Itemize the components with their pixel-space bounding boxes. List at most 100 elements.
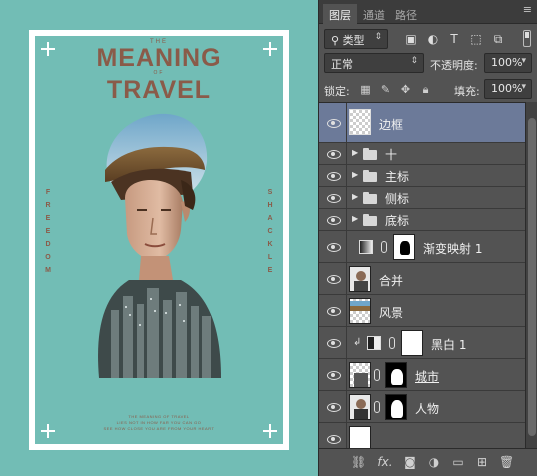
lock-all-icon[interactable]: 🔒︎	[419, 83, 432, 96]
layer-row-gradient-map[interactable]: 渐变映射 1	[319, 231, 525, 263]
chevron-down-icon: ▾	[521, 82, 526, 92]
poster-title-meaning: MEANING	[96, 44, 222, 72]
poster: THE MEANING OF TRAVEL FREEDOM SHACKLE TH…	[29, 30, 289, 450]
lock-image-pixels-icon[interactable]: ✎	[379, 83, 392, 96]
layers-scrollbar[interactable]	[525, 102, 537, 448]
layer-name[interactable]: 风景	[379, 304, 403, 321]
layer-row-merged[interactable]: 合并	[319, 263, 525, 295]
layer-group-row-side-title[interactable]: ▶ 侧标	[319, 187, 525, 209]
layer-row-city[interactable]: 城市	[319, 359, 525, 391]
visibility-eye-icon[interactable]	[327, 434, 341, 444]
expand-triangle-icon[interactable]: ▶	[352, 170, 358, 179]
link-chain-icon[interactable]	[374, 369, 380, 381]
document-canvas[interactable]: THE MEANING OF TRAVEL FREEDOM SHACKLE TH…	[0, 0, 318, 476]
new-layer-icon[interactable]: ⊞	[475, 455, 489, 469]
link-chain-icon[interactable]	[374, 401, 380, 413]
filter-smart-object-icon[interactable]: ⧉	[491, 32, 505, 46]
filter-adjustment-icon[interactable]: ◐	[426, 32, 440, 46]
layer-thumbnail	[349, 109, 371, 135]
tab-paths[interactable]: 路径	[389, 4, 423, 24]
adjustment-icon[interactable]: ◑	[427, 455, 441, 469]
layer-thumbnail	[349, 426, 371, 448]
poster-bottom-line-2: LIES NOT IN HOW FAR YOU CAN GO	[116, 420, 202, 425]
opacity-field[interactable]: 100% ▾	[484, 53, 532, 73]
layer-thumbnail	[349, 394, 371, 420]
layer-group-row-bottom-title[interactable]: ▶ 底标	[319, 209, 525, 231]
visibility-eye-icon[interactable]	[327, 215, 341, 225]
folder-icon	[363, 214, 377, 226]
link-icon[interactable]: ⛓	[351, 455, 366, 469]
layer-thumbnail	[349, 266, 371, 292]
opacity-value: 100%	[491, 56, 523, 69]
tab-channels[interactable]: 通道	[357, 4, 391, 24]
folder-icon	[363, 170, 377, 182]
layer-filter-value: 类型	[342, 34, 365, 47]
layer-filter-dropdown[interactable]: ⚲ 类型 ⇕	[324, 29, 388, 49]
layer-name[interactable]: 主标	[385, 168, 409, 185]
fill-label: 填充:	[454, 85, 480, 98]
layer-thumbnail	[349, 362, 371, 388]
poster-vertical-left: FREEDOM	[45, 189, 51, 274]
visibility-eye-icon[interactable]	[327, 370, 341, 380]
layer-group-row-plus[interactable]: ▶ 十	[319, 143, 525, 165]
link-chain-icon[interactable]	[389, 337, 395, 349]
layer-group-row-main-title[interactable]: ▶ 主标	[319, 165, 525, 187]
fill-field[interactable]: 100% ▾	[484, 79, 532, 99]
visibility-eye-icon[interactable]	[327, 118, 341, 128]
visibility-eye-icon[interactable]	[327, 338, 341, 348]
link-chain-icon[interactable]	[381, 241, 387, 253]
layer-name[interactable]: 侧标	[385, 190, 409, 207]
folder-icon[interactable]: ▭	[451, 455, 465, 469]
visibility-eye-icon[interactable]	[327, 402, 341, 412]
layer-name[interactable]: 十	[385, 146, 397, 163]
panel-menu-icon[interactable]: ≡	[523, 3, 532, 16]
expand-triangle-icon[interactable]: ▶	[352, 214, 358, 223]
lock-transparent-pixels-icon[interactable]: ▦	[359, 83, 372, 96]
visibility-eye-icon[interactable]	[327, 306, 341, 316]
scrollbar-thumb[interactable]	[528, 118, 536, 436]
layer-row-partial[interactable]	[319, 423, 525, 448]
layer-name[interactable]: 渐变映射 1	[423, 240, 482, 257]
filter-pixel-icon[interactable]: ▣	[404, 32, 418, 46]
layer-name[interactable]: 底标	[385, 212, 409, 229]
layer-mask-thumbnail[interactable]	[401, 330, 423, 356]
layer-mask-thumbnail[interactable]	[393, 234, 415, 260]
lock-position-icon[interactable]: ✥	[399, 83, 412, 96]
mask-icon[interactable]: ◙	[403, 455, 417, 469]
fx-icon[interactable]: fx.	[375, 455, 395, 469]
layer-row-border[interactable]: 边框	[319, 103, 525, 143]
expand-triangle-icon[interactable]: ▶	[352, 192, 358, 201]
poster-bottom-line-3: SEE HOW CLOSE YOU ARE FROM YOUR HEART	[103, 426, 215, 431]
blend-mode-value: 正常	[331, 58, 353, 71]
filter-toggle-switch[interactable]	[523, 30, 531, 47]
layer-mask-thumbnail[interactable]	[385, 362, 407, 388]
layers-list[interactable]: 边框 ▶ 十 ▶ 主标 ▶ 侧标 ▶ 底标 渐变映射 1 合并 风景 ↲ 黑白 …	[319, 102, 525, 448]
trash-icon[interactable]: 🗑︎	[499, 455, 514, 469]
tab-layers[interactable]: 图层	[323, 4, 357, 24]
poster-title-travel: TRAVEL	[106, 76, 212, 104]
fill-value: 100%	[491, 82, 523, 95]
layer-row-black-white[interactable]: ↲ 黑白 1	[319, 327, 525, 359]
visibility-eye-icon[interactable]	[327, 149, 341, 159]
poster-bottom-line-1: THE MEANING OF TRAVEL	[128, 414, 190, 419]
layer-name[interactable]: 黑白 1	[431, 336, 466, 353]
visibility-eye-icon[interactable]	[327, 193, 341, 203]
filter-shape-icon[interactable]: ⬚	[469, 32, 483, 46]
blend-mode-dropdown[interactable]: 正常 ⇕	[324, 53, 424, 73]
layer-name[interactable]: 边框	[379, 116, 403, 133]
layer-row-landscape[interactable]: 风景	[319, 295, 525, 327]
layer-name[interactable]: 城市	[415, 368, 439, 385]
layers-bottom-toolbar: ⛓ fx. ◙ ◑ ▭ ⊞ 🗑︎	[319, 448, 537, 476]
expand-triangle-icon[interactable]: ▶	[352, 148, 358, 157]
visibility-eye-icon[interactable]	[327, 171, 341, 181]
search-icon: ⚲	[331, 34, 343, 47]
layer-row-person[interactable]: 人物	[319, 391, 525, 423]
filter-type-icon[interactable]: T	[447, 32, 461, 46]
visibility-eye-icon[interactable]	[327, 242, 341, 252]
layer-name[interactable]: 合并	[379, 272, 403, 289]
layer-name[interactable]: 人物	[415, 400, 439, 417]
layer-mask-thumbnail[interactable]	[385, 394, 407, 420]
folder-icon	[363, 192, 377, 204]
portrait-double-exposure	[98, 113, 221, 378]
visibility-eye-icon[interactable]	[327, 274, 341, 284]
